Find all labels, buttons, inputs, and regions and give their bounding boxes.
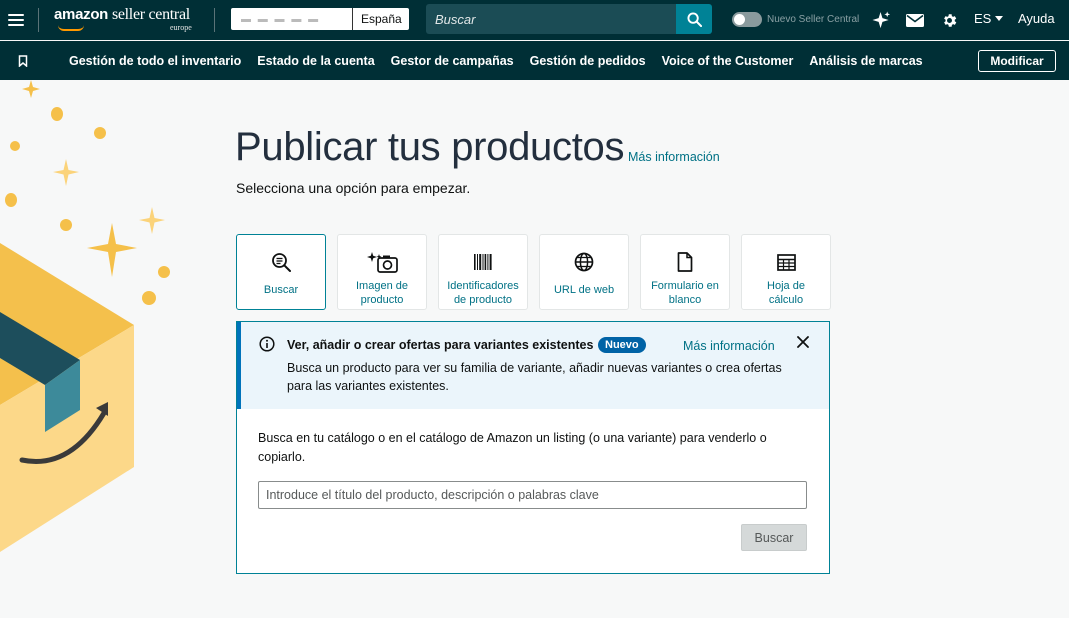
bookmark-icon[interactable] <box>18 55 28 67</box>
option-label: URL de web <box>553 284 615 296</box>
nav-item-voice-of-customer[interactable]: Voice of the Customer <box>654 54 802 68</box>
barcode-icon <box>473 251 493 273</box>
language-label: ES <box>974 11 992 26</box>
close-icon[interactable] <box>797 336 809 348</box>
nav-item-orders[interactable]: Gestión de pedidos <box>522 54 654 68</box>
search-doc-icon <box>271 251 291 273</box>
product-search-input[interactable] <box>258 481 807 509</box>
nav-item-campaign-manager[interactable]: Gestor de campañas <box>383 54 522 68</box>
alert-more-info-link[interactable]: Más información <box>683 339 775 353</box>
smile-icon <box>58 25 84 31</box>
search-description: Busca en tu catálogo o en el catálogo de… <box>258 431 767 464</box>
option-blank-form[interactable]: Formulario en blanco <box>640 234 730 310</box>
modify-button[interactable]: Modificar <box>978 50 1056 72</box>
option-label: Hoja de cálculo <box>767 280 805 306</box>
option-label: Formulario en blanco <box>651 280 719 306</box>
toggle-label: Nuevo Seller Central <box>767 14 860 25</box>
account-switcher[interactable]: ▬ ▬ ▬ ▬ ▬ España <box>231 8 409 30</box>
menu-icon[interactable] <box>8 11 24 29</box>
alert-body: Busca un producto para ver su familia de… <box>287 361 782 393</box>
nav-item-brand-analytics[interactable]: Análisis de marcas <box>801 54 930 68</box>
option-label: Imagen de producto <box>356 280 408 306</box>
language-selector[interactable]: ES <box>974 11 1004 26</box>
nav-item-inventory[interactable]: Gestión de todo el inventario <box>61 54 249 68</box>
document-icon <box>677 251 693 273</box>
new-seller-central-toggle[interactable] <box>732 12 762 27</box>
sparkle-icon[interactable] <box>871 10 891 30</box>
globe-icon <box>574 251 594 273</box>
option-product-identifiers[interactable]: Identificadores de producto <box>438 234 528 310</box>
logo-product: seller central <box>111 6 190 23</box>
search-panel: Ver, añadir o crear ofertas para variant… <box>236 321 830 574</box>
listing-options: Buscar Imagen de producto Identificadores… <box>236 234 842 310</box>
marketplace-label: España <box>361 12 402 26</box>
bookmark-nav: Gestión de todo el inventario Estado de … <box>0 41 1069 80</box>
nav-item-account-health[interactable]: Estado de la cuenta <box>249 54 382 68</box>
more-info-link[interactable]: Más información <box>628 150 720 164</box>
new-badge: Nuevo <box>598 337 646 353</box>
box-illustration <box>0 80 170 552</box>
top-header: amazon seller central europe ▬ ▬ ▬ ▬ ▬ E… <box>0 0 1069 40</box>
nav-items: Gestión de todo el inventario Estado de … <box>61 41 931 80</box>
chevron-down-icon <box>995 16 1004 21</box>
info-icon <box>259 336 275 352</box>
global-search-input[interactable] <box>426 4 676 34</box>
option-web-url[interactable]: URL de web <box>539 234 629 310</box>
divider <box>214 8 215 32</box>
option-label: Buscar <box>263 284 299 296</box>
option-spreadsheet[interactable]: Hoja de cálculo <box>741 234 831 310</box>
logo-brand: amazon <box>54 6 109 23</box>
variants-alert: Ver, añadir o crear ofertas para variant… <box>237 322 829 409</box>
global-search <box>426 4 712 34</box>
mail-icon[interactable] <box>905 10 925 30</box>
gear-icon[interactable] <box>939 10 959 30</box>
spreadsheet-icon <box>776 251 796 273</box>
help-link[interactable]: Ayuda <box>1018 11 1055 26</box>
toggle-knob <box>734 14 745 25</box>
option-product-image[interactable]: Imagen de producto <box>337 234 427 310</box>
product-search-button[interactable]: Buscar <box>741 524 807 551</box>
account-name: ▬ ▬ ▬ ▬ ▬ <box>231 8 353 30</box>
alert-title: Ver, añadir o crear ofertas para variant… <box>287 338 594 352</box>
global-search-button[interactable] <box>676 4 712 34</box>
option-label: Identificadores de producto <box>447 280 519 306</box>
search-icon <box>686 11 702 27</box>
page-subtitle: Selecciona una opción para empezar. <box>236 180 471 196</box>
page-title: Publicar tus productos <box>235 125 625 169</box>
seller-central-logo[interactable]: amazon seller central europe <box>54 6 192 32</box>
divider <box>38 8 39 32</box>
option-search[interactable]: Buscar <box>236 234 326 310</box>
logo-region: europe <box>170 23 192 32</box>
camera-sparkle-icon <box>366 251 398 273</box>
